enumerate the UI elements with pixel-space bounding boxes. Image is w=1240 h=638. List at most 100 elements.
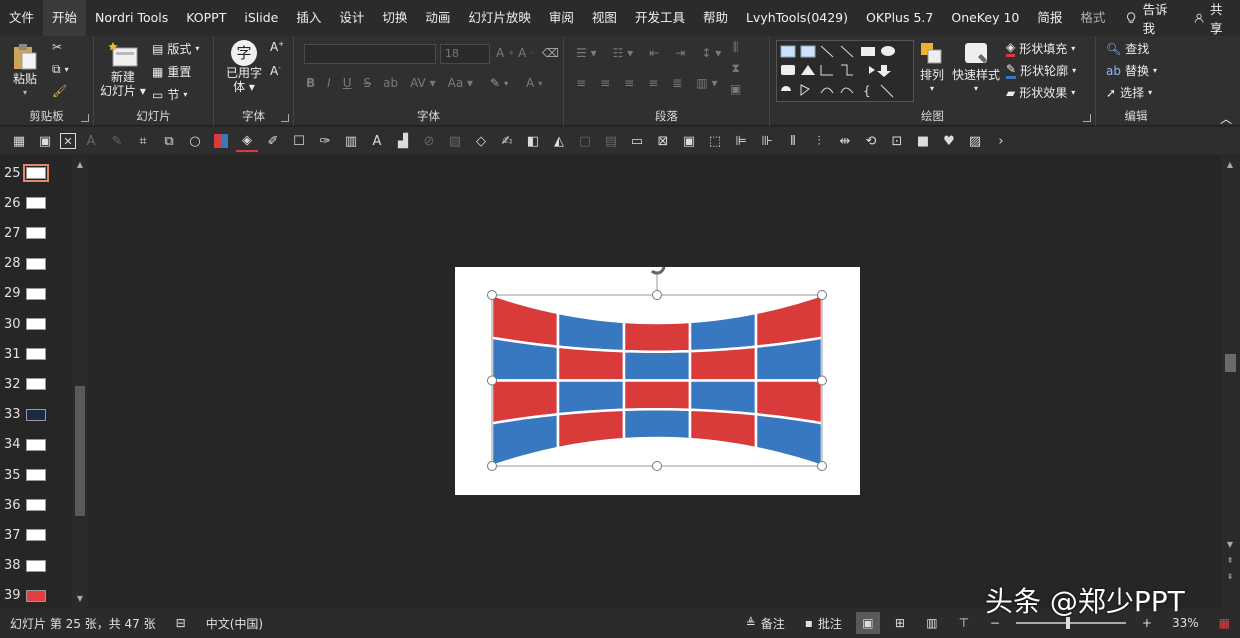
pen-icon[interactable]: ✎ [106,130,128,152]
clipboard-launcher-icon[interactable] [81,114,89,122]
tab-2[interactable]: Nordri Tools [86,0,177,36]
ruler-icon[interactable]: ▥ [340,130,362,152]
font-name-field[interactable] [304,44,436,64]
thumbnail-row[interactable]: 30 [0,309,70,339]
thumbnail-image[interactable] [26,469,46,481]
list-buttons[interactable]: ☰ ▾ ☷ ▾ ⇤ ⇥ ↕ ▾ [576,46,721,60]
brush-tool-icon[interactable]: ✍ [496,130,518,152]
thumbnail-row[interactable]: 38 [0,551,70,581]
shape-fill-button[interactable]: ◈ 形状填充 ▾ [1006,40,1075,57]
color-swatch-icon[interactable] [210,130,232,152]
tab-10[interactable]: 审阅 [540,0,583,36]
resize-handle[interactable] [817,290,827,300]
align-center-tool-icon[interactable]: ⊪ [756,130,778,152]
thumbnail-image[interactable] [26,257,46,270]
drawing-launcher-icon[interactable] [1083,114,1091,122]
underline-icon[interactable]: U [343,76,352,90]
resize-handle[interactable] [652,290,662,300]
canvas-scroll-down-icon[interactable]: ▼ [1225,540,1235,550]
font-grow-disabled[interactable]: A + A- [496,46,533,60]
thumbnail-image[interactable] [26,348,46,361]
resize-handle[interactable] [817,375,827,386]
circle-icon[interactable]: ○ [184,130,206,152]
tab-5[interactable]: 插入 [287,0,330,36]
select-button[interactable]: ➚ 选择 ▾ [1106,84,1152,101]
align-left-icon[interactable]: ≡ [576,76,586,90]
shapes-gallery[interactable]: { [776,40,914,102]
common-font-launcher-icon[interactable] [281,114,289,122]
thumbnail-row[interactable]: 26 [0,188,70,218]
scroll-up-icon[interactable]: ▲ [75,160,85,170]
merge-icon[interactable]: ⧉ [158,130,180,152]
align-vertical-icon[interactable]: ⫶ [808,130,830,152]
thumbnail-scroll-thumb[interactable] [75,386,85,516]
case-icon[interactable]: Aa ▾ [448,76,473,90]
current-slide[interactable] [455,257,860,495]
flip-icon[interactable]: ⇹ [834,130,856,152]
resize-handle[interactable] [487,375,497,386]
box-x-icon[interactable]: ✕ [60,133,76,149]
tab-12[interactable]: 开发工具 [626,0,694,36]
align-center-icon[interactable]: ≡ [600,76,610,90]
replace-button[interactable]: ab 替换 ▾ [1106,62,1157,79]
tab-16[interactable]: OneKey 10 [942,0,1028,36]
highlight-button[interactable]: ✎ ▾ [490,76,508,90]
link-icon[interactable]: ⊘ [418,130,440,152]
font-color-button[interactable]: A ▾ [526,76,542,90]
resize-handle[interactable] [817,461,827,471]
picture-icon[interactable]: ▣ [678,130,700,152]
white-square-icon[interactable]: ■ [912,130,934,152]
section-button[interactable]: ▭ 节 ▾ [152,86,187,103]
grow-font-button[interactable]: A+ [270,40,284,54]
thumbnail-row[interactable]: 36 [0,490,70,520]
find-button[interactable]: 🔍︎ 查找 [1106,40,1149,57]
outline-icon[interactable]: ☐ [288,130,310,152]
tab-13[interactable]: 帮助 [694,0,737,36]
thumbnail-image[interactable] [23,164,49,182]
textbox-tool-icon[interactable]: ▣ [34,130,56,152]
tab-4[interactable]: iSlide [235,0,287,36]
thumbnail-row[interactable]: 31 [0,339,70,369]
common-font-button[interactable]: 字 已用字 体 ▾ [226,40,262,94]
align-text-icon[interactable]: ⧗ [731,61,739,76]
outdent-icon[interactable]: ⇥ [675,46,685,60]
smartart-icon[interactable]: ▣ [730,82,741,96]
normal-view-button[interactable]: ▣ [855,612,880,634]
language-indicator[interactable]: 中文(中国) [196,615,273,632]
thumbnail-image[interactable] [26,559,46,572]
canvas-scrollbar[interactable]: ▲ ▼ ⇞ ⇟ [1221,156,1240,608]
thumbnail-row[interactable]: 35 [0,460,70,490]
tab-9[interactable]: 幻灯片放映 [459,0,540,36]
tab-0[interactable]: 文件 [0,0,43,36]
shape-effects-button[interactable]: ▰ 形状效果 ▾ [1006,84,1075,101]
thumbnail-image[interactable] [26,589,46,602]
line-spacing-icon[interactable]: ↕ ▾ [701,46,721,60]
reset-button[interactable]: ▦ 重置 [152,63,191,80]
next-slide-icon[interactable]: ⇟ [1225,572,1235,582]
align-left-tool-icon[interactable]: ⊫ [730,130,752,152]
bullets-icon[interactable]: ☰ ▾ [576,46,597,60]
slide-editing-canvas[interactable] [92,156,1220,608]
image-icon[interactable]: ▨ [964,130,986,152]
tab-8[interactable]: 动画 [416,0,459,36]
tab-3[interactable]: KOPPT [177,0,235,36]
align-buttons[interactable]: ≡ ≡ ≡ ≡ ≣ ▥ ▾ [576,76,718,90]
italic-icon[interactable]: I [327,76,331,90]
thumbnail-row[interactable]: 27 [0,218,70,248]
eyedropper-icon[interactable]: ✐ [262,130,284,152]
thumbnail-image[interactable] [26,438,46,451]
thumbnail-image[interactable] [26,287,46,300]
crop-icon[interactable]: ⌗ [132,130,154,152]
slideshow-button[interactable]: ⊤ [952,612,976,634]
more-icon[interactable]: › [990,130,1012,152]
shapes-combine-icon[interactable]: ◇ [470,130,492,152]
bar-chart-icon[interactable]: ▟ [392,130,414,152]
tab-6[interactable]: 设计 [330,0,373,36]
tab-15[interactable]: OKPlus 5.7 [857,0,942,36]
reading-view-button[interactable]: ▥ [920,612,944,634]
clear-format-button[interactable]: ⌫ [542,46,559,60]
tab-1[interactable]: 开始 [43,0,87,36]
new-slide-button[interactable]: 新建 幻灯片 ▾ [100,40,146,98]
bold-icon[interactable]: B [306,76,315,90]
collapse-ribbon-button[interactable]: ︿ [1220,110,1232,127]
